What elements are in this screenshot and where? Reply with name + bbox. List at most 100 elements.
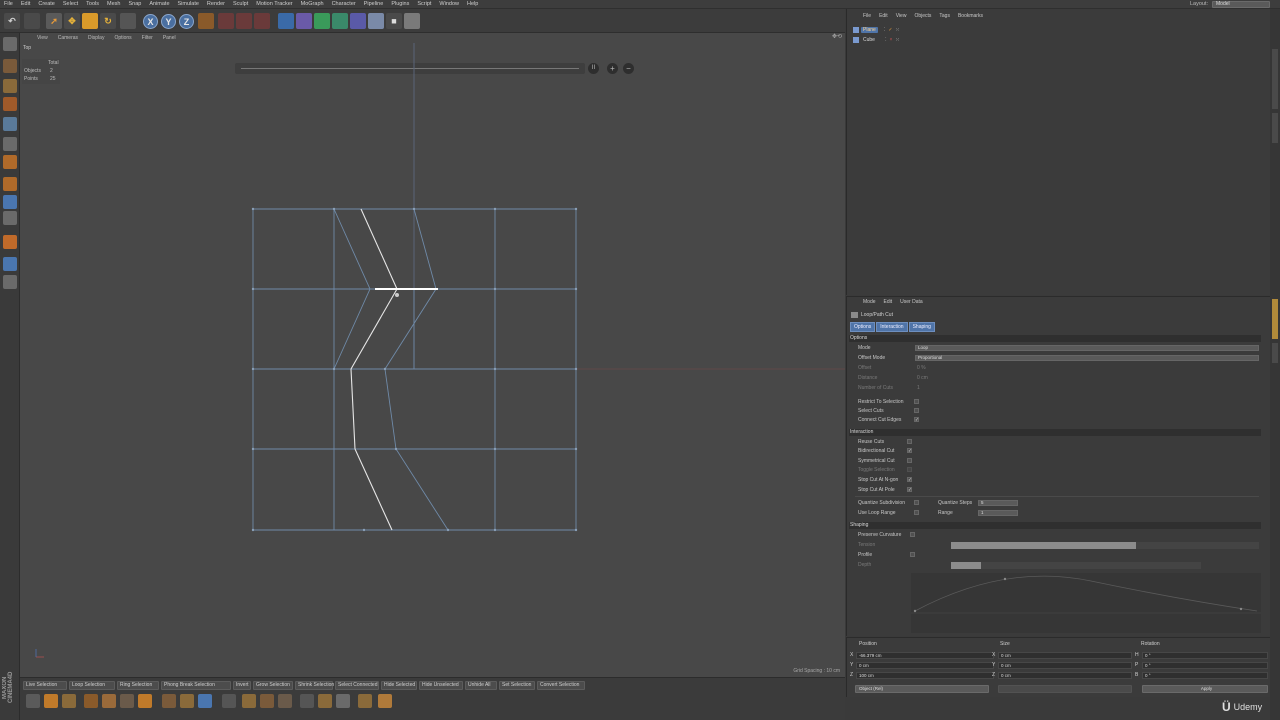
workplane-icon[interactable] <box>3 97 17 111</box>
menu-sculpt[interactable]: Sculpt <box>229 1 252 7</box>
recent-tool-icon[interactable] <box>120 13 136 29</box>
undo-icon[interactable]: ↶ <box>4 13 20 29</box>
smooth-shift-icon[interactable] <box>358 694 372 708</box>
bottom-tool-1-icon[interactable] <box>26 694 40 708</box>
depth-slider[interactable] <box>951 562 1201 569</box>
rot-h-field[interactable]: 0 ° <box>1142 652 1268 659</box>
side-tab-layers[interactable] <box>1272 343 1278 363</box>
attribute-menu-mode[interactable]: Mode <box>859 299 880 305</box>
mirror-tool-icon[interactable] <box>278 694 292 708</box>
menu-plugins[interactable]: Plugins <box>387 1 413 7</box>
bevel-tool-icon[interactable] <box>138 694 152 708</box>
bottom-tool-2-icon[interactable] <box>44 694 58 708</box>
tweak-mode-icon[interactable] <box>3 195 17 209</box>
quantize-checkbox[interactable] <box>914 500 919 505</box>
offset-mode-dropdown[interactable]: Proportional <box>915 355 1259 361</box>
plane-mesh[interactable] <box>20 33 845 677</box>
profile-curve-graph[interactable] <box>911 573 1261 633</box>
number-of-cuts-value[interactable]: 1 <box>917 385 920 391</box>
iron-tool-icon[interactable] <box>318 694 332 708</box>
object-row-plane[interactable]: Plane ⁚ ✓ ⁙ <box>853 25 933 34</box>
cmd-hide-selected-button[interactable]: Hide Selected <box>381 681 417 690</box>
tag-icon[interactable]: ⁙ <box>896 27 900 33</box>
preserve-curvature-checkbox[interactable] <box>910 532 915 537</box>
object-name[interactable]: Plane <box>861 26 878 33</box>
close-hole-icon[interactable] <box>180 694 194 708</box>
tag-icon[interactable]: ⁙ <box>895 37 899 43</box>
visibility-dots-icon[interactable]: ⁚ <box>884 27 886 33</box>
side-tab-attributes[interactable] <box>1272 299 1278 339</box>
stitch-tool-icon[interactable] <box>260 694 274 708</box>
menu-edit[interactable]: Edit <box>17 1 34 7</box>
menu-window[interactable]: Window <box>435 1 463 7</box>
cmd-set-selection-button[interactable]: Set Selection <box>499 681 535 690</box>
select-arrow-icon[interactable]: ➚ <box>46 13 62 29</box>
menu-select[interactable]: Select <box>59 1 82 7</box>
matrix-extrude-icon[interactable] <box>300 694 314 708</box>
side-tab-content[interactable] <box>1272 113 1278 143</box>
enable-axis-icon[interactable] <box>3 177 17 191</box>
slide-tool-icon[interactable] <box>242 694 256 708</box>
distance-value[interactable]: 0 cm <box>917 375 928 381</box>
cmd-unhide-all-button[interactable]: Unhide All <box>465 681 497 690</box>
render-picture-viewer-icon[interactable] <box>236 13 252 29</box>
tab-shaping[interactable]: Shaping <box>908 322 935 332</box>
deformer-icon[interactable] <box>350 13 366 29</box>
rotate-icon[interactable]: ↻ <box>100 13 116 29</box>
menu-simulate[interactable]: Simulate <box>174 1 203 7</box>
loop-range-checkbox[interactable] <box>914 510 919 515</box>
toggle-selection-checkbox[interactable] <box>907 467 912 472</box>
extrude-tool-icon[interactable] <box>120 694 134 708</box>
locked-workplane-icon[interactable] <box>3 235 17 249</box>
pos-y-field[interactable]: 0 cm <box>856 662 994 669</box>
menu-render[interactable]: Render <box>203 1 229 7</box>
object-menu-bookmarks[interactable]: Bookmarks <box>954 13 987 19</box>
select-cuts-checkbox[interactable] <box>914 408 919 413</box>
pos-z-field[interactable]: 100 cm <box>856 672 994 679</box>
render-view-icon[interactable] <box>218 13 234 29</box>
apply-button[interactable]: Apply <box>1142 685 1268 693</box>
texture-mode-icon[interactable] <box>3 79 17 93</box>
x-axis-icon[interactable]: X <box>143 14 158 29</box>
mode-dropdown[interactable]: Loop <box>915 345 1259 351</box>
restrict-checkbox[interactable] <box>914 399 919 404</box>
size-mode-dropdown[interactable] <box>998 685 1132 693</box>
weld-tool-icon[interactable] <box>222 694 236 708</box>
menu-create[interactable]: Create <box>34 1 59 7</box>
floor-icon[interactable] <box>368 13 384 29</box>
cmd-loop-selection-button[interactable]: Loop Selection <box>69 681 115 690</box>
snap-icon[interactable] <box>3 211 17 225</box>
cmd-convert-selection-button[interactable]: Convert Selection <box>537 681 585 690</box>
menu-animate[interactable]: Animate <box>145 1 173 7</box>
object-menu-tags[interactable]: Tags <box>935 13 954 19</box>
polygon-pen-icon[interactable] <box>162 694 176 708</box>
light-icon[interactable] <box>404 13 420 29</box>
magnet-tool-icon[interactable] <box>336 694 350 708</box>
coordinate-system-icon[interactable] <box>198 13 214 29</box>
tab-interaction[interactable]: Interaction <box>876 322 908 332</box>
cube-primitive-icon[interactable] <box>278 13 294 29</box>
cmd-ring-selection-button[interactable]: Ring Selection <box>117 681 159 690</box>
object-menu-view[interactable]: View <box>892 13 911 19</box>
menu-file[interactable]: File <box>0 1 17 7</box>
offset-value[interactable]: 0 % <box>917 365 926 371</box>
cmd-invert-button[interactable]: Invert <box>233 681 251 690</box>
bidirectional-checkbox[interactable]: ✓ <box>907 448 912 453</box>
scale-icon[interactable] <box>82 13 98 29</box>
make-editable-icon[interactable] <box>3 37 17 51</box>
object-menu-file[interactable]: File <box>859 13 875 19</box>
cmd-hide-unselected-button[interactable]: Hide Unselected <box>419 681 463 690</box>
object-row-cube[interactable]: Cube ⁚ × ⁙ <box>853 35 933 44</box>
z-axis-icon[interactable]: Z <box>179 14 194 29</box>
size-x-field[interactable]: 0 cm <box>998 652 1132 659</box>
cmd-grow-selection-button[interactable]: Grow Selection <box>253 681 293 690</box>
stop-ngon-checkbox[interactable]: ✓ <box>907 477 912 482</box>
polygons-mode-icon[interactable] <box>3 155 17 169</box>
menu-script[interactable]: Script <box>413 1 435 7</box>
object-menu-objects[interactable]: Objects <box>910 13 935 19</box>
cmd-select-connected-button[interactable]: Select Connected <box>335 681 379 690</box>
connect-cut-edges-checkbox[interactable]: ✓ <box>914 417 919 422</box>
menu-mesh[interactable]: Mesh <box>103 1 124 7</box>
loop-cut-tool-icon[interactable] <box>198 694 212 708</box>
layout-dropdown[interactable]: Model <box>1212 1 1270 8</box>
